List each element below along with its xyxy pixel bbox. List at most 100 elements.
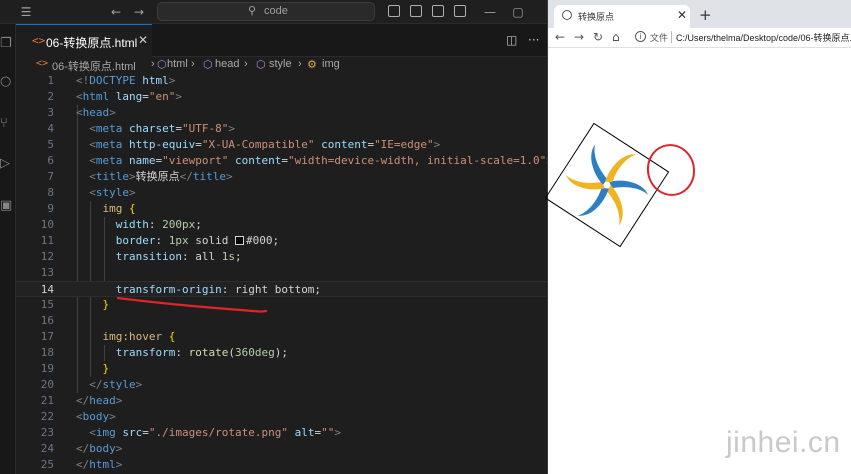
code-text: }: [76, 297, 110, 313]
breadcrumb-style[interactable]: style: [269, 58, 292, 70]
code-line[interactable]: 21 </head>: [16, 393, 547, 409]
close-icon[interactable]: ✕: [677, 8, 687, 22]
code-text: <meta http-equiv="X-UA-Compatible" conte…: [76, 137, 440, 153]
breadcrumb-html[interactable]: html: [167, 58, 188, 70]
code-line[interactable]: 9 img {: [16, 201, 547, 217]
code-line[interactable]: 2 <html lang="en">: [16, 89, 547, 105]
code-line[interactable]: 22 <body>: [16, 409, 547, 425]
code-text: <meta charset="UTF-8">: [76, 121, 235, 137]
close-icon[interactable]: ✕: [138, 33, 148, 47]
line-number: 20: [40, 378, 54, 391]
minimize-icon[interactable]: —: [482, 4, 498, 20]
code-line[interactable]: 3 <head>: [16, 105, 547, 121]
code-line[interactable]: 14 transform-origin: right bottom;: [16, 281, 547, 297]
code-line[interactable]: 19 }: [16, 361, 547, 377]
code-line[interactable]: 11 border: 1px solid #000;: [16, 233, 547, 249]
code-line[interactable]: 6 <meta name="viewport" content="width=d…: [16, 153, 547, 169]
menu-icon[interactable]: ☰: [18, 4, 34, 20]
code-line[interactable]: 4 <meta charset="UTF-8">: [16, 121, 547, 137]
code-token: </: [179, 170, 193, 183]
code-editor[interactable]: 1 <!DOCTYPE html> 2 <html lang="en"> 3 <head>…: [16, 73, 547, 474]
code-token: lang: [115, 90, 143, 103]
home-icon[interactable]: ⌂: [612, 30, 620, 44]
new-tab-icon[interactable]: +: [699, 6, 712, 24]
breadcrumb: <> 06-转换原点.html › ⬡ html › ⬡ head › ⬡ st…: [16, 57, 547, 73]
line-number: 25: [40, 458, 54, 471]
line-number: 23: [40, 426, 54, 439]
address-bar[interactable]: C:/Users/thelma/Desktop/code/06-转换原点.: [676, 31, 851, 44]
tab-active-file[interactable]: <> 06-转换原点.html ✕: [16, 24, 152, 57]
code-line[interactable]: 18 transform: rotate(360deg);: [16, 345, 547, 361]
code-line[interactable]: 7 <title>转换原点</title>: [16, 169, 547, 185]
code-line[interactable]: 10 width: 200px;: [16, 217, 547, 233]
code-token: meta: [95, 138, 123, 151]
more-actions-icon[interactable]: ···: [528, 33, 539, 47]
toggle-panel-icon[interactable]: [410, 5, 422, 17]
code-line[interactable]: 25 </html>: [16, 457, 547, 473]
explorer-icon[interactable]: ❐: [0, 34, 16, 54]
code-token: );: [274, 346, 288, 359]
code-token: :: [155, 234, 169, 247]
toggle-secondary-sidebar-icon[interactable]: [432, 5, 444, 17]
code-line[interactable]: 12 transition: all 1s;: [16, 249, 547, 265]
code-line[interactable]: 15 }: [16, 297, 547, 313]
back-arrow-icon[interactable]: ←: [555, 30, 565, 44]
code-line[interactable]: 24 </body>: [16, 441, 547, 457]
toggle-sidebar-icon[interactable]: [388, 5, 400, 17]
code-text: <body>: [76, 409, 116, 425]
code-line[interactable]: 1 <!DOCTYPE html>: [16, 73, 547, 89]
browser-tab[interactable]: 转换原点 ✕: [554, 5, 690, 28]
code-token: >: [226, 170, 233, 183]
code-line[interactable]: 5 <meta http-equiv="X-UA-Compatible" con…: [16, 137, 547, 153]
info-icon[interactable]: i: [635, 31, 646, 42]
line-number: 5: [47, 138, 54, 151]
code-token: </: [76, 458, 90, 471]
code-token: border: [115, 234, 156, 247]
customize-layout-icon[interactable]: [454, 5, 466, 17]
element-icon: ⬡: [256, 59, 266, 71]
line-number: 4: [47, 122, 54, 135]
forward-arrow-icon[interactable]: →: [131, 4, 147, 20]
code-token: img: [95, 426, 116, 439]
code-line[interactable]: 23 <img src="./images/rotate.png" alt=""…: [16, 425, 547, 441]
code-line[interactable]: 13: [16, 265, 547, 281]
color-swatch-icon[interactable]: [234, 236, 244, 245]
code-token: 1px: [168, 234, 189, 247]
run-debug-icon[interactable]: ▷: [0, 154, 16, 174]
code-token: >: [228, 122, 235, 135]
code-token: <: [89, 138, 96, 151]
code-line[interactable]: 8 <style>: [16, 185, 547, 201]
code-line[interactable]: 17 img:hover {: [16, 329, 547, 345]
source-control-icon[interactable]: ⑂: [0, 114, 16, 134]
forward-arrow-icon[interactable]: →: [574, 30, 584, 44]
command-center-search[interactable]: ⚲ code: [157, 2, 375, 21]
code-token: </: [76, 394, 90, 407]
breadcrumb-file[interactable]: 06-转换原点.html: [52, 58, 136, 74]
code-token: =: [281, 154, 288, 167]
maximize-icon[interactable]: ▢: [510, 4, 526, 20]
line-number: 18: [40, 346, 54, 359]
code-token: src: [122, 426, 143, 439]
breadcrumb-img[interactable]: img: [322, 58, 340, 70]
back-arrow-icon[interactable]: ←: [108, 4, 124, 20]
code-token: <: [89, 154, 96, 167]
split-editor-icon[interactable]: ◫: [506, 33, 517, 47]
code-line[interactable]: 20 </style>: [16, 377, 547, 393]
code-text: }: [76, 361, 110, 377]
reload-icon[interactable]: ↻: [593, 30, 603, 44]
code-line[interactable]: 16: [16, 313, 547, 329]
line-number: 16: [40, 314, 54, 327]
rotate-image[interactable]: [544, 122, 670, 248]
breadcrumb-head[interactable]: head: [215, 58, 239, 70]
line-number: 21: [40, 394, 54, 407]
extensions-icon[interactable]: ▣: [0, 196, 16, 216]
search-view-icon[interactable]: ○: [0, 72, 16, 92]
